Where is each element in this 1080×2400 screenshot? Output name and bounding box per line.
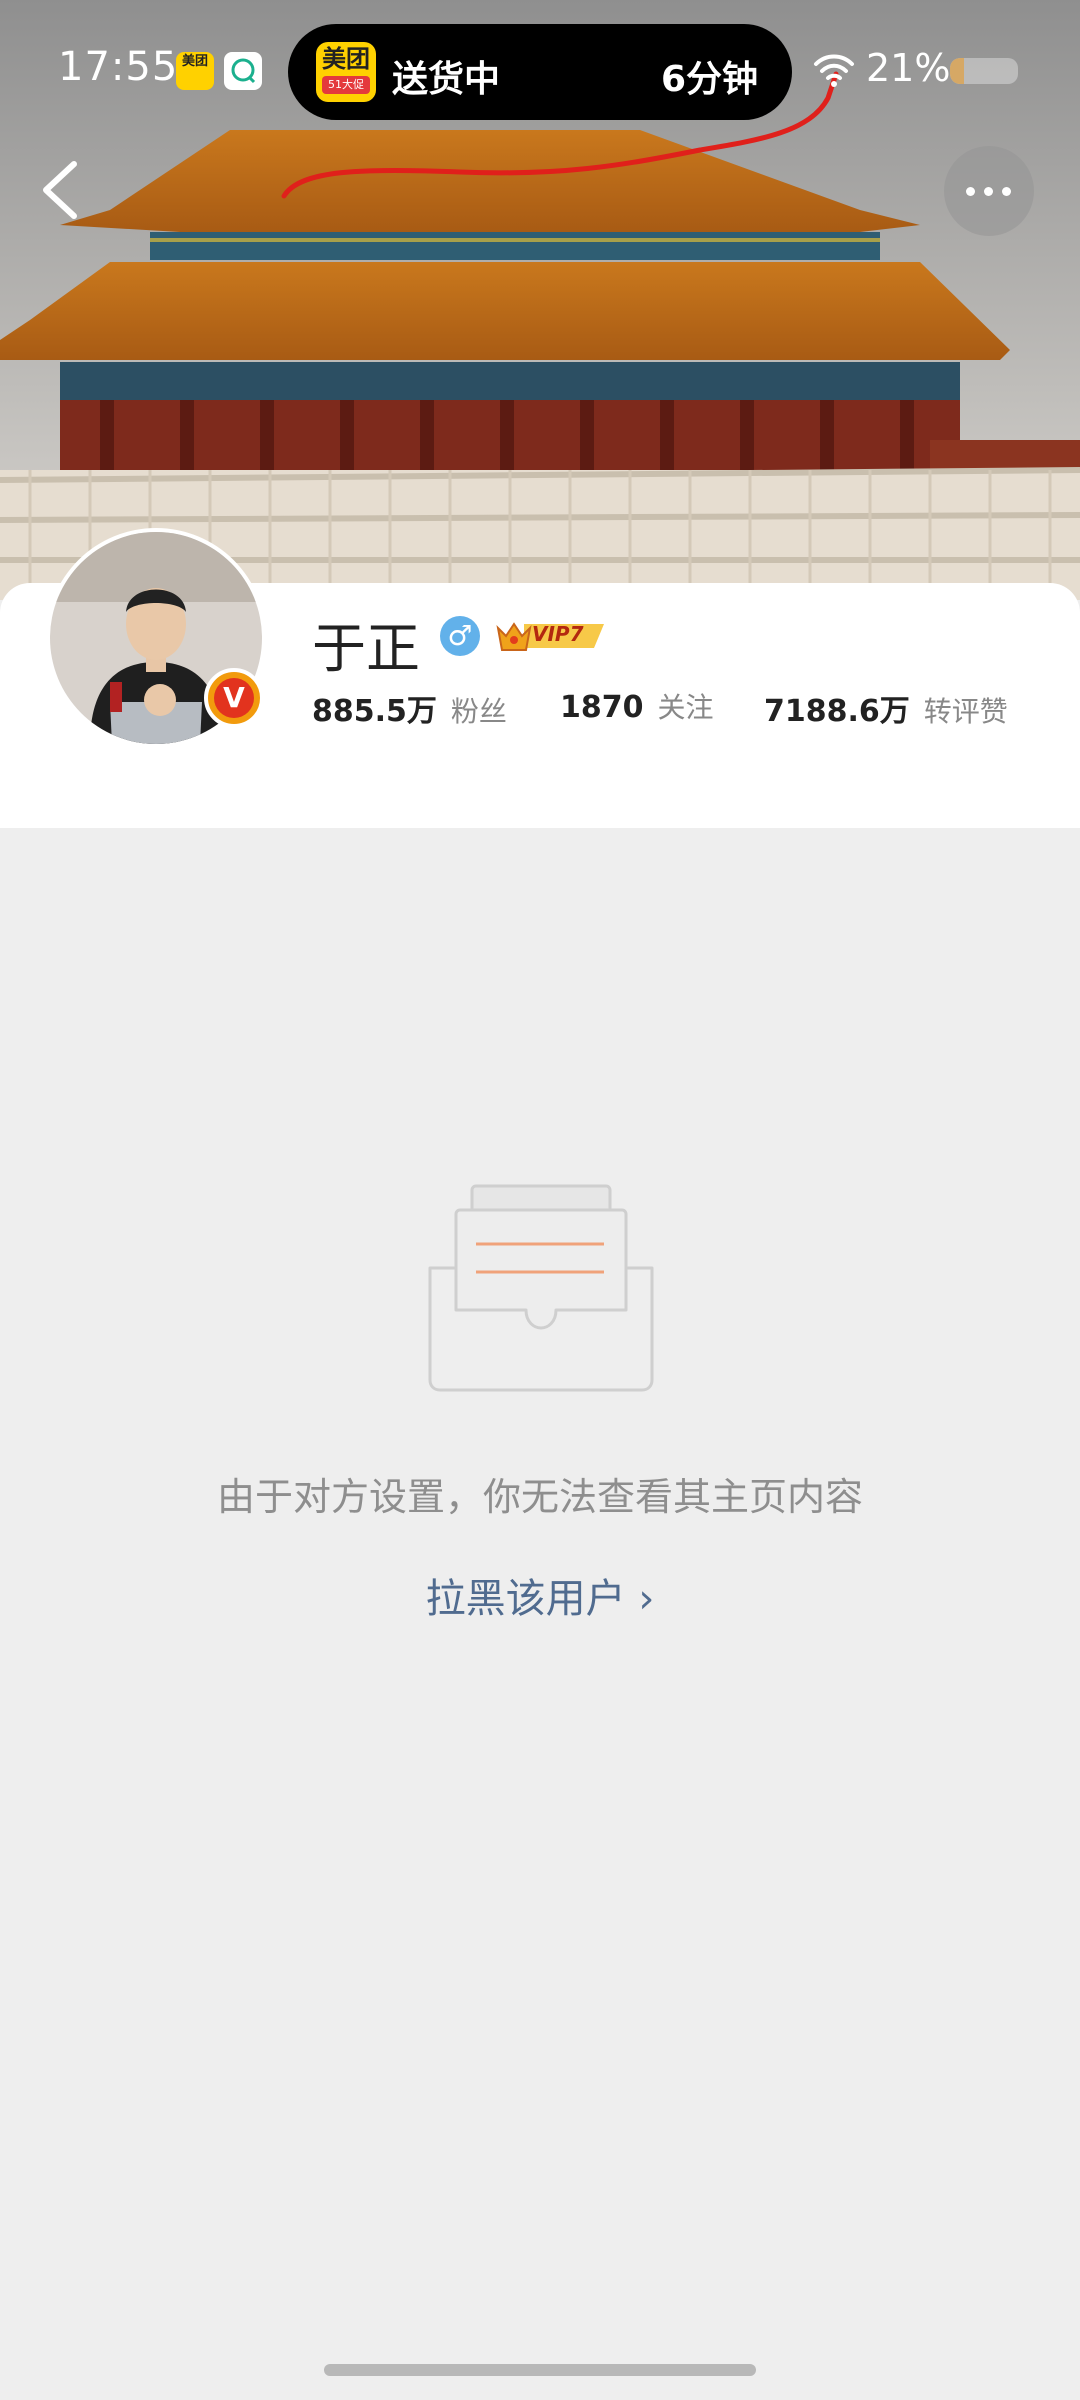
meituan-notification-icon: 美团 [176,52,214,90]
vip-badge[interactable]: VIP7 [494,618,606,654]
clock: 17:55 [58,44,179,90]
status-bar: 17:55 美团 美团 51大促 送货中 6分钟 21% [0,0,1080,140]
back-button[interactable] [30,150,90,230]
meituan-logo-icon: 美团 51大促 [316,42,376,102]
chevron-left-icon [43,161,77,219]
wifi-icon [814,54,854,87]
home-indicator[interactable] [324,2364,756,2376]
profile-name: 于正 [312,617,420,680]
block-user-link[interactable]: 拉黑该用户 › [0,1566,1080,1624]
chat-notification-icon [224,52,262,90]
stat-likes[interactable]: 7188.6万 转评赞 [764,686,1008,730]
battery-level [950,58,965,84]
live-activity-island[interactable]: 美团 51大促 送货中 6分钟 [288,24,792,120]
more-options-button[interactable] [944,146,1034,236]
empty-inbox-icon [428,1184,654,1392]
restricted-message: 由于对方设置，你无法查看其主页内容 [216,1475,863,1519]
stat-following[interactable]: 1870 关注 [560,686,714,726]
battery-percent: 21% [866,46,951,90]
delivery-eta: 6分钟 [660,59,758,100]
verified-badge-icon: V [204,668,264,728]
stat-followers[interactable]: 885.5万 粉丝 [312,686,507,730]
battery-icon [950,58,1018,84]
delivery-status: 送货中 [392,59,501,100]
male-gender-icon: ♂ [440,616,480,656]
